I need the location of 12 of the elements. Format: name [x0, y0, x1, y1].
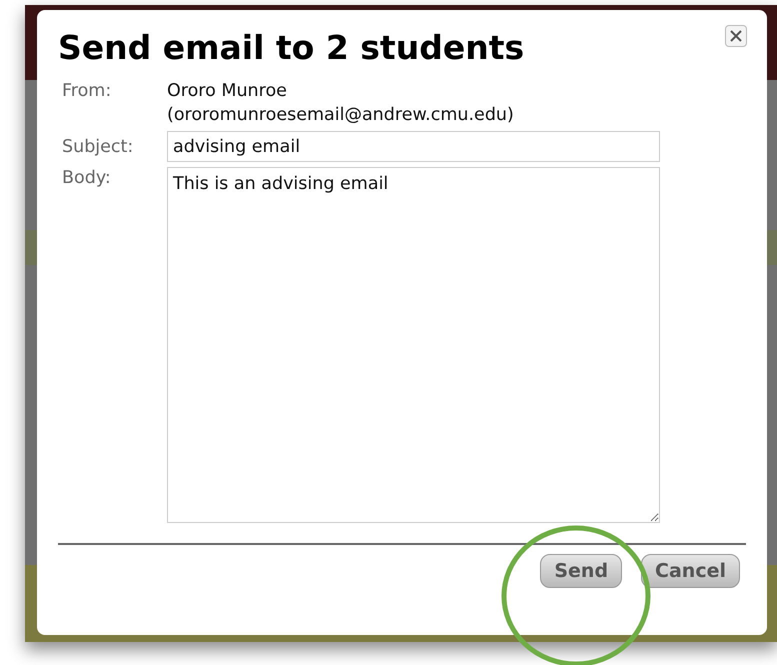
body-label: Body: — [62, 167, 112, 190]
body-field[interactable]: This is an advising email — [167, 167, 660, 523]
close-icon — [730, 30, 742, 42]
subject-field[interactable]: advising email — [167, 131, 660, 162]
dialog-title: Send email to 2 students — [57, 28, 524, 68]
from-label: From: — [62, 80, 112, 103]
cancel-button[interactable]: Cancel — [641, 554, 740, 588]
sender-address: (ororomunroesemail@andrew.cmu.edu) — [167, 104, 515, 127]
send-button[interactable]: Send — [540, 554, 622, 588]
subject-label: Subject: — [62, 136, 134, 159]
sender-name: Ororo Munroe — [167, 80, 288, 103]
close-button[interactable] — [725, 25, 747, 47]
